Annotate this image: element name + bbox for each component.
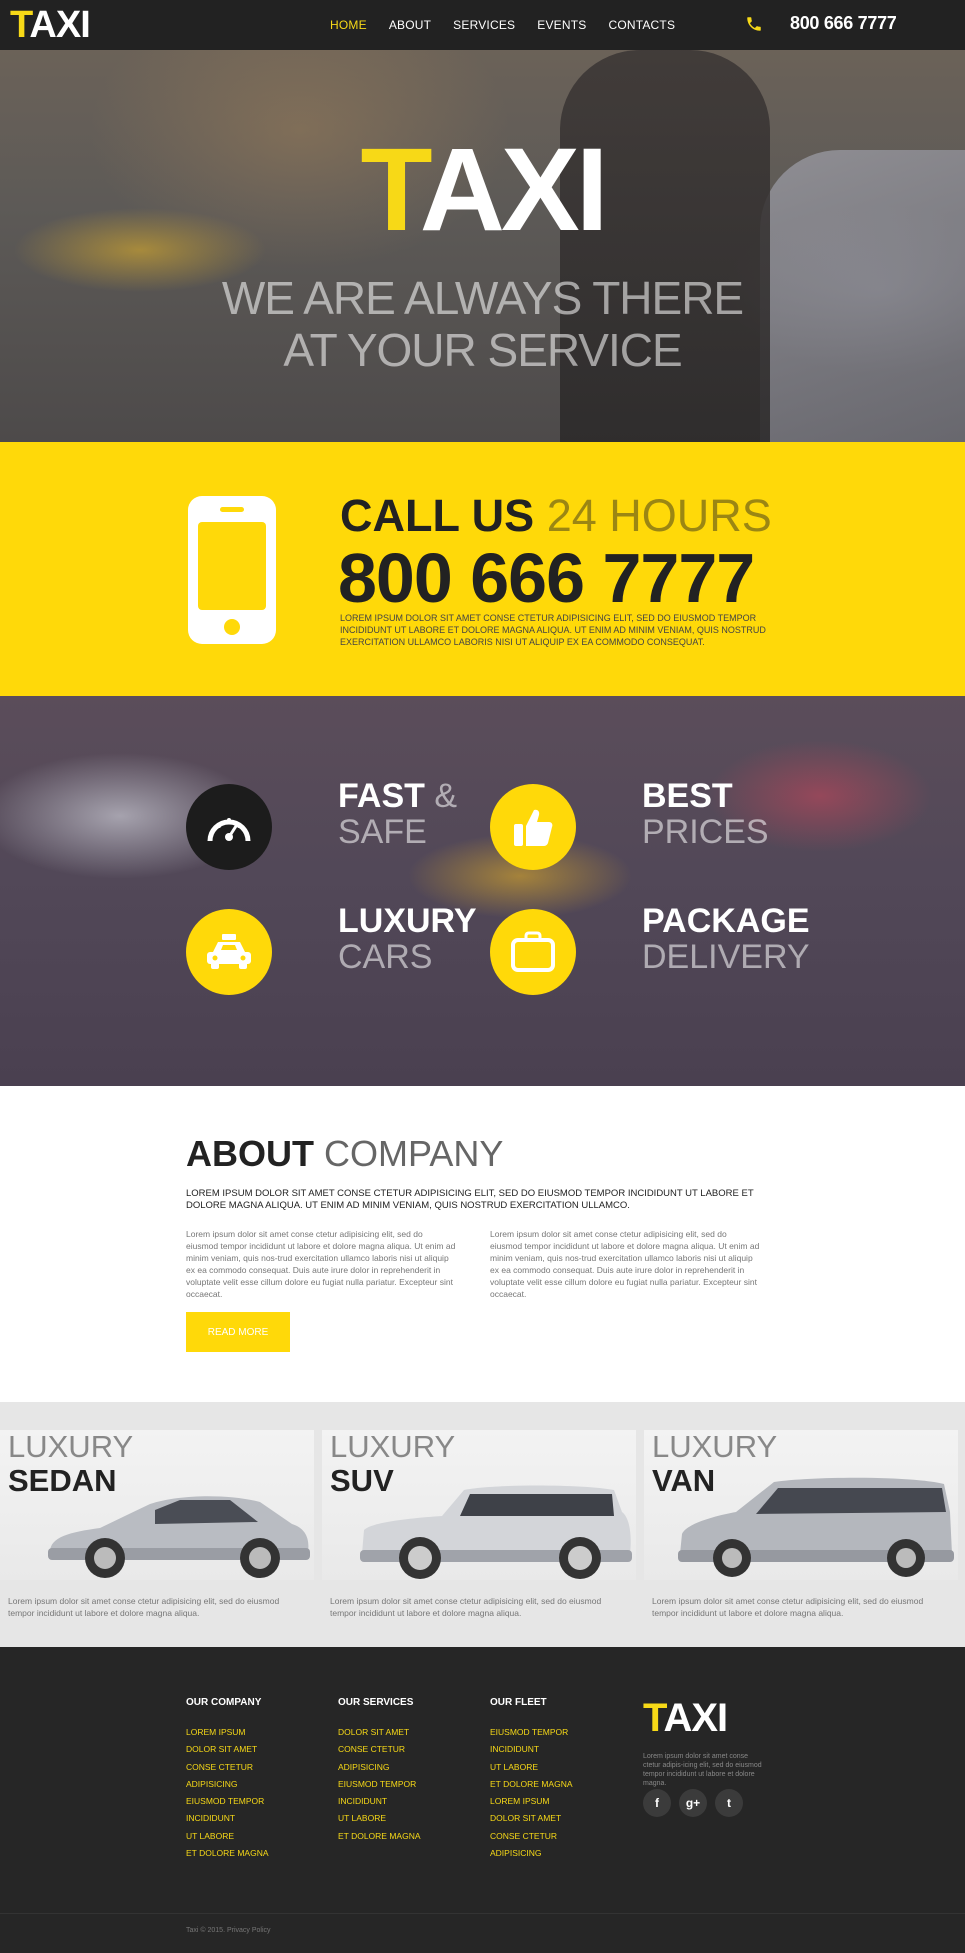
footer-about-text: Lorem ipsum dolor sit amet conse ctetur … bbox=[643, 1753, 762, 1787]
footer-divider bbox=[0, 1913, 965, 1914]
about-column-right: Lorem ipsum dolor sit amet conse ctetur … bbox=[490, 1229, 760, 1299]
feature-best-sub: PRICES bbox=[642, 813, 769, 851]
fleet-item-sedan[interactable]: LUXURY SEDAN Lorem ipsum dolor sit amet … bbox=[0, 1402, 314, 1647]
feature-fast-sub: SAFE bbox=[338, 813, 427, 851]
footer-link[interactable]: INCIDIDUNT bbox=[338, 1793, 421, 1810]
footer-link[interactable]: EIUSMOD TEMPOR bbox=[490, 1724, 573, 1741]
fleet-section: LUXURY SEDAN Lorem ipsum dolor sit amet … bbox=[0, 1402, 965, 1647]
feature-fast-title: FAST & bbox=[338, 777, 458, 815]
feature-package-sub: DELIVERY bbox=[642, 938, 810, 976]
site-footer: OUR COMPANY LOREM IPSUM DOLOR SIT AMET C… bbox=[0, 1647, 965, 1953]
google-plus-icon[interactable]: g+ bbox=[679, 1789, 707, 1817]
smartphone-icon bbox=[188, 496, 276, 644]
logo[interactable]: TAXI bbox=[10, 4, 91, 46]
footer-column-company: OUR COMPANY LOREM IPSUM DOLOR SIT AMET C… bbox=[186, 1697, 269, 1862]
fleet-label: LUXURY bbox=[652, 1429, 778, 1464]
fleet-description: Lorem ipsum dolor sit amet conse ctetur … bbox=[330, 1596, 602, 1618]
footer-link[interactable]: EIUSMOD TEMPOR bbox=[186, 1793, 269, 1810]
fleet-label: LUXURY bbox=[8, 1429, 134, 1464]
feature-best-title: BEST bbox=[642, 777, 733, 815]
nav-about[interactable]: ABOUT bbox=[389, 18, 431, 32]
read-more-button[interactable]: READ MORE bbox=[186, 1312, 290, 1352]
feature-package-title: PACKAGE bbox=[642, 902, 810, 940]
footer-link[interactable]: ET DOLORE MAGNA bbox=[490, 1776, 573, 1793]
footer-link[interactable]: EIUSMOD TEMPOR bbox=[338, 1776, 421, 1793]
call-us-text: LOREM IPSUM DOLOR SIT AMET CONSE CTETUR … bbox=[340, 613, 766, 647]
footer-link[interactable]: CONSE CTETUR bbox=[490, 1828, 573, 1845]
footer-column-title: OUR COMPANY bbox=[186, 1697, 262, 1708]
twitter-icon[interactable]: t bbox=[715, 1789, 743, 1817]
hero-subtitle: WE ARE ALWAYS THERE AT YOUR SERVICE bbox=[221, 272, 744, 376]
footer-link[interactable]: LOREM IPSUM bbox=[186, 1724, 269, 1741]
feature-luxury-sub: CARS bbox=[338, 938, 433, 976]
footer-column-fleet: OUR FLEET EIUSMOD TEMPOR INCIDIDUNT UT L… bbox=[490, 1697, 573, 1862]
call-us-section: CALL US 24 HOURS 800 666 7777 LOREM IPSU… bbox=[0, 442, 965, 696]
about-lead: LOREM IPSUM DOLOR SIT AMET CONSE CTETUR … bbox=[186, 1188, 754, 1211]
footer-link[interactable]: UT LABORE bbox=[186, 1828, 269, 1845]
hero-banner: TAXI WE ARE ALWAYS THERE AT YOUR SERVICE bbox=[0, 50, 965, 442]
site-header: TAXI HOME ABOUT SERVICES EVENTS CONTACTS… bbox=[0, 0, 965, 50]
footer-link[interactable]: ET DOLORE MAGNA bbox=[338, 1828, 421, 1845]
phone-icon bbox=[747, 17, 761, 31]
footer-logo[interactable]: TAXI bbox=[643, 1697, 728, 1739]
header-phone-number[interactable]: 800 666 7777 bbox=[790, 13, 897, 34]
feature-luxury-title: LUXURY bbox=[338, 902, 477, 940]
footer-link[interactable]: CONSE CTETUR bbox=[186, 1759, 269, 1776]
footer-column-title: OUR SERVICES bbox=[338, 1697, 414, 1708]
nav-services[interactable]: SERVICES bbox=[453, 18, 515, 32]
features-section: FAST & SAFE BEST PRICES LUXURY CARS PACK… bbox=[0, 696, 965, 1086]
footer-link[interactable]: DOLOR SIT AMET bbox=[338, 1724, 421, 1741]
footer-column-title: OUR FLEET bbox=[490, 1697, 547, 1708]
footer-link[interactable]: INCIDIDUNT bbox=[186, 1810, 269, 1827]
footer-link[interactable]: LOREM IPSUM bbox=[490, 1793, 573, 1810]
about-title: ABOUT COMPANY bbox=[186, 1133, 504, 1174]
footer-link[interactable]: DOLOR SIT AMET bbox=[186, 1741, 269, 1758]
fleet-item-suv[interactable]: LUXURY SUV Lorem ipsum dolor sit amet co… bbox=[322, 1402, 636, 1647]
footer-link[interactable]: UT LABORE bbox=[338, 1810, 421, 1827]
call-us-number[interactable]: 800 666 7777 bbox=[338, 540, 755, 616]
call-us-title: CALL US 24 HOURS bbox=[340, 490, 772, 541]
nav-events[interactable]: EVENTS bbox=[537, 18, 586, 32]
footer-link[interactable]: UT LABORE bbox=[490, 1759, 573, 1776]
thumbs-up-icon bbox=[490, 784, 576, 870]
fleet-description: Lorem ipsum dolor sit amet conse ctetur … bbox=[652, 1596, 924, 1618]
main-nav: HOME ABOUT SERVICES EVENTS CONTACTS bbox=[330, 0, 675, 50]
footer-column-services: OUR SERVICES DOLOR SIT AMET CONSE CTETUR… bbox=[338, 1697, 421, 1845]
about-section: ABOUT COMPANY LOREM IPSUM DOLOR SIT AMET… bbox=[0, 1086, 965, 1402]
taxi-icon bbox=[186, 909, 272, 995]
speedometer-icon bbox=[186, 784, 272, 870]
facebook-icon[interactable]: f bbox=[643, 1789, 671, 1817]
footer-link[interactable]: ADIPISICING bbox=[186, 1776, 269, 1793]
fleet-description: Lorem ipsum dolor sit amet conse ctetur … bbox=[8, 1596, 280, 1618]
footer-link[interactable]: CONSE CTETUR bbox=[338, 1741, 421, 1758]
footer-link[interactable]: ET DOLORE MAGNA bbox=[186, 1845, 269, 1862]
nav-home[interactable]: HOME bbox=[330, 18, 367, 32]
footer-link[interactable]: DOLOR SIT AMET bbox=[490, 1810, 573, 1827]
fleet-item-van[interactable]: LUXURY VAN Lorem ipsum dolor sit amet co… bbox=[644, 1402, 958, 1647]
footer-link[interactable]: ADIPISICING bbox=[338, 1759, 421, 1776]
nav-contacts[interactable]: CONTACTS bbox=[608, 18, 675, 32]
footer-link[interactable]: INCIDIDUNT bbox=[490, 1741, 573, 1758]
fleet-label: LUXURY bbox=[330, 1429, 456, 1464]
copyright-text: Taxi © 2015. Privacy Policy bbox=[186, 1927, 271, 1934]
suv-car-image bbox=[360, 1485, 632, 1579]
about-column-left: Lorem ipsum dolor sit amet conse ctetur … bbox=[186, 1229, 456, 1299]
van-car-image bbox=[678, 1477, 954, 1577]
sedan-car-image bbox=[48, 1496, 310, 1578]
footer-link[interactable]: ADIPISICING bbox=[490, 1845, 573, 1862]
suitcase-icon bbox=[490, 909, 576, 995]
hero-title: TAXI bbox=[360, 124, 608, 256]
